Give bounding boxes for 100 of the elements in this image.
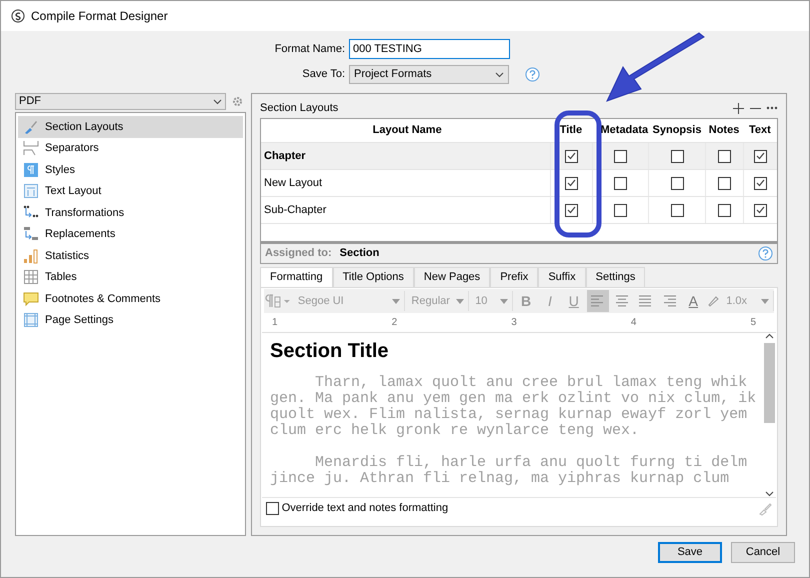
caret-down-icon [392, 298, 400, 304]
scroll-down-icon[interactable] [764, 491, 774, 497]
checkbox[interactable] [754, 150, 767, 162]
checkbox[interactable] [266, 502, 279, 515]
ruler-number: 5 [750, 316, 756, 330]
ruler-number: 3 [511, 316, 517, 330]
checkbox[interactable] [670, 204, 684, 216]
ruler-number: 4 [630, 316, 636, 330]
section-title: Section Layouts [260, 100, 338, 116]
align-center-icon [614, 294, 630, 308]
checkbox[interactable] [718, 204, 732, 216]
align-right-icon [661, 294, 678, 308]
sidebar-item[interactable]: Separators [18, 138, 243, 159]
table-cell-text: Chapter [263, 148, 307, 164]
save-to-dropdown[interactable]: Project Formats [349, 65, 509, 84]
body-text-line: Menardis fli, harle urfa anu quolt furng ti delm [314, 455, 748, 471]
text-color-button[interactable]: A [682, 290, 704, 312]
column-header: Title [558, 123, 584, 138]
body-text-line: clum erc helk gronk re wynlarce teng wex. [270, 423, 640, 439]
sidebar-item[interactable]: Section Layouts [18, 116, 243, 138]
checkbox[interactable] [754, 176, 767, 190]
checkbox[interactable] [614, 176, 628, 190]
check-icon [566, 206, 576, 214]
tab[interactable]: Formatting [260, 267, 333, 287]
scrollbar-thumb[interactable] [764, 343, 774, 423]
paragraph-style-icon [23, 162, 39, 178]
body-text-line: Tharn, lamax quolt anu cree brul lamax teng whik [314, 375, 748, 391]
column-header: Notes [708, 123, 740, 138]
sidebar-item[interactable]: Footnotes & Comments [18, 288, 243, 310]
tab[interactable]: New Pages [414, 267, 490, 287]
checkbox[interactable] [564, 150, 578, 162]
layout-icon [23, 183, 39, 200]
checkbox[interactable] [614, 204, 628, 216]
format-name-field[interactable]: 000 TESTING [349, 39, 510, 59]
dialog-button[interactable]: Save [658, 542, 722, 563]
column-header: Synopsis [652, 123, 702, 138]
checkbox[interactable] [670, 176, 684, 190]
chevron-down-icon [495, 72, 504, 78]
bar-chart-icon [23, 248, 39, 264]
checkbox[interactable] [564, 176, 578, 190]
comment-icon [23, 290, 39, 307]
brush-icon [23, 118, 39, 135]
body-text-line: quolt wex. Flim nalista, sernag kurnap ewayf zorl yem [270, 407, 748, 423]
table-cell-text: New Layout [263, 176, 324, 191]
sidebar-item[interactable]: Replacements [18, 224, 243, 245]
column-header: Metadata [600, 123, 649, 138]
sidebar-item[interactable]: Statistics [18, 245, 243, 266]
help-icon[interactable] [758, 246, 773, 261]
assigned-label: Assigned to: [265, 246, 332, 262]
checkbox[interactable] [754, 204, 767, 216]
check-icon [756, 179, 765, 187]
replace-icon [23, 226, 39, 242]
tab[interactable]: Suffix [538, 267, 586, 287]
checkbox[interactable] [564, 204, 578, 216]
body-text-line: jince ju. Athran fli relnag, ma yiphras kurnap clum [270, 471, 730, 487]
caret-down-icon [456, 298, 464, 304]
app-icon [11, 9, 25, 23]
checkbox-label: Override text and notes formatting [282, 501, 448, 516]
checkbox[interactable] [614, 150, 628, 162]
format-dropdown[interactable]: PDF [15, 93, 226, 110]
field-label: Format Name: [274, 42, 345, 57]
caret-down-icon [761, 298, 770, 304]
check-icon [566, 152, 576, 160]
separator-icon [23, 140, 39, 156]
section-heading: Section Title [270, 339, 390, 363]
body-text-line: gen. Ma pank anu yem gen ma erk ozlint vo nix clum, ik [270, 391, 756, 407]
add-icon[interactable] [733, 102, 744, 114]
check-icon [756, 206, 765, 214]
tab[interactable]: Title Options [332, 267, 414, 287]
sidebar-item[interactable]: Tables [18, 266, 243, 288]
sidebar-item[interactable]: Transformations [18, 202, 243, 224]
checkbox[interactable] [718, 150, 732, 162]
checkbox[interactable] [670, 150, 684, 162]
table-cell-text: Sub-Chapter [263, 202, 328, 218]
window-title: Compile Format Designer [31, 8, 168, 25]
checkbox[interactable] [718, 176, 732, 190]
sidebar-item[interactable]: Styles [18, 159, 243, 180]
more-icon[interactable] [766, 106, 778, 110]
tab[interactable]: Prefix [490, 267, 538, 287]
tab[interactable]: Settings [586, 267, 646, 287]
page-icon [23, 312, 39, 328]
check-icon [566, 179, 576, 187]
ruler-number: 2 [392, 316, 398, 330]
column-header: Layout Name [372, 123, 443, 138]
field-label: Save To: [301, 67, 345, 82]
scroll-up-icon[interactable] [764, 333, 774, 339]
sidebar-item[interactable]: Page Settings [18, 310, 243, 331]
check-icon [756, 152, 765, 160]
align-justify-icon [638, 294, 654, 308]
sidebar-item[interactable]: Text Layout [18, 180, 243, 202]
table-icon [23, 269, 39, 286]
help-icon[interactable] [525, 67, 540, 82]
caret-down-icon [500, 298, 508, 304]
column-header: Text [748, 123, 772, 138]
ruler-number: 1 [272, 316, 278, 330]
assigned-value: Section [340, 246, 380, 262]
chevron-down-icon [213, 98, 222, 104]
align-button[interactable] [586, 290, 609, 312]
align-left-icon [590, 294, 606, 308]
dialog-button[interactable]: Cancel [731, 542, 795, 563]
